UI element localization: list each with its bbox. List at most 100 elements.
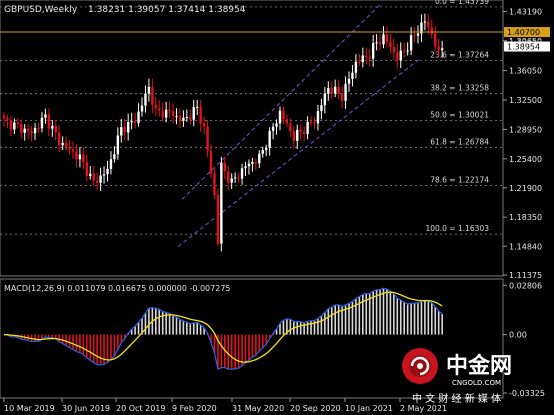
candle-body xyxy=(44,114,47,118)
fib-level-label: 61.8 = 1.26784 xyxy=(430,137,489,146)
candle-body xyxy=(413,35,416,37)
candle-body xyxy=(265,148,268,151)
fib-level-label: 78.6 = 1.22174 xyxy=(430,176,489,185)
candle-body xyxy=(282,110,285,120)
candle-body xyxy=(323,93,327,106)
candle-body xyxy=(161,110,164,118)
candle-body xyxy=(361,55,364,63)
candle-body xyxy=(271,126,275,131)
candle-body xyxy=(33,128,37,134)
candle-body xyxy=(358,61,361,63)
candle-body xyxy=(30,130,33,134)
candle-body xyxy=(20,124,23,133)
candle-body xyxy=(233,177,237,179)
candle-body xyxy=(368,57,371,59)
candle-body xyxy=(392,46,396,53)
candle-body xyxy=(230,178,233,183)
candle-body xyxy=(371,42,375,59)
price-tick-label: 1.28950 xyxy=(509,125,542,134)
candle-body xyxy=(54,126,57,133)
candle-body xyxy=(89,173,92,177)
candle-body xyxy=(82,154,85,163)
candle-body xyxy=(113,154,116,160)
candle-body xyxy=(306,122,309,135)
candle-body xyxy=(285,119,289,124)
candle-body xyxy=(154,104,157,109)
candle-body xyxy=(406,50,409,52)
candle-body xyxy=(6,118,9,121)
candle-body xyxy=(196,106,199,108)
candle-body xyxy=(409,35,413,51)
ohlc-header: 1.38231 1.39057 1.37414 1.38954 xyxy=(88,5,246,15)
time-tick-label: 20 Sep 2020 xyxy=(290,404,341,413)
candle-body xyxy=(247,163,251,167)
candle-body xyxy=(334,86,337,94)
macd-label: MACD(12,26,9) 0.011079 0.016675 0.000000… xyxy=(4,284,231,293)
candle-body xyxy=(396,52,399,61)
price-tick-label: 1.32500 xyxy=(509,96,542,105)
candle-body xyxy=(299,129,302,132)
candle-body xyxy=(254,161,258,164)
time-tick-label: 2 May 2021 xyxy=(400,404,447,413)
candle-body xyxy=(292,131,295,141)
candle-body xyxy=(320,105,323,112)
candle-body xyxy=(289,123,292,132)
macd-tick-label: -0.03325 xyxy=(509,389,545,398)
candle-body xyxy=(47,114,51,129)
watermark-brand: 中金网 xyxy=(446,353,512,379)
price-tick-label: 1.25400 xyxy=(509,155,542,164)
candle-body xyxy=(399,50,402,61)
candle-body xyxy=(109,159,113,169)
candle-body xyxy=(430,27,433,34)
candle-body xyxy=(144,93,147,106)
candle-body xyxy=(389,42,392,47)
candle-body xyxy=(375,42,378,44)
watermark-slogan: 中 文 财 经 新 媒 体 xyxy=(412,392,501,405)
candle-body xyxy=(13,122,16,130)
candle-body xyxy=(244,166,247,169)
candle-body xyxy=(385,34,389,43)
price-tick-label: 1.43190 xyxy=(509,7,542,16)
candle-body xyxy=(158,108,161,111)
candle-body xyxy=(434,33,437,47)
candle-body xyxy=(140,105,144,112)
candle-body xyxy=(223,162,226,172)
candle-body xyxy=(423,21,427,23)
candle-body xyxy=(278,110,282,124)
candle-body xyxy=(340,93,344,101)
candle-body xyxy=(220,162,223,244)
candle-body xyxy=(337,86,340,94)
candle-body xyxy=(185,116,189,118)
candle-body xyxy=(227,171,230,183)
candle-body xyxy=(199,106,202,124)
fib-level-label: 50.0 = 1.30021 xyxy=(430,111,489,120)
candle-body xyxy=(351,72,354,79)
candle-body xyxy=(382,34,385,45)
candle-body xyxy=(85,162,88,177)
candle-body xyxy=(178,115,182,121)
watermark-logo: 中金网 CNGOLD.COM 中 文 财 经 新 媒 体 xyxy=(402,348,512,405)
current-price-label: 1.38954 xyxy=(507,43,540,52)
candle-body xyxy=(347,78,351,84)
watermark-domain: CNGOLD.COM xyxy=(452,379,501,387)
candle-body xyxy=(316,111,320,124)
candle-body xyxy=(365,55,368,58)
candle-body xyxy=(58,132,61,146)
candle-body xyxy=(268,130,271,149)
candle-body xyxy=(206,126,209,151)
candle-body xyxy=(251,161,254,164)
price-tick-label: 1.21900 xyxy=(509,184,542,193)
candle-body xyxy=(127,122,130,133)
candle-body xyxy=(354,61,358,73)
time-tick-label: 31 May 2020 xyxy=(232,404,284,413)
candle-body xyxy=(296,129,299,141)
candle-body xyxy=(16,122,19,125)
time-tick-label: 10 Mar 2019 xyxy=(4,404,55,413)
candle-body xyxy=(92,173,95,181)
candle-body xyxy=(75,151,78,160)
time-tick-label: 20 Oct 2019 xyxy=(116,404,165,413)
candle-body xyxy=(171,111,175,116)
candle-body xyxy=(175,115,178,117)
candle-body xyxy=(137,111,140,123)
candle-body xyxy=(192,107,195,120)
